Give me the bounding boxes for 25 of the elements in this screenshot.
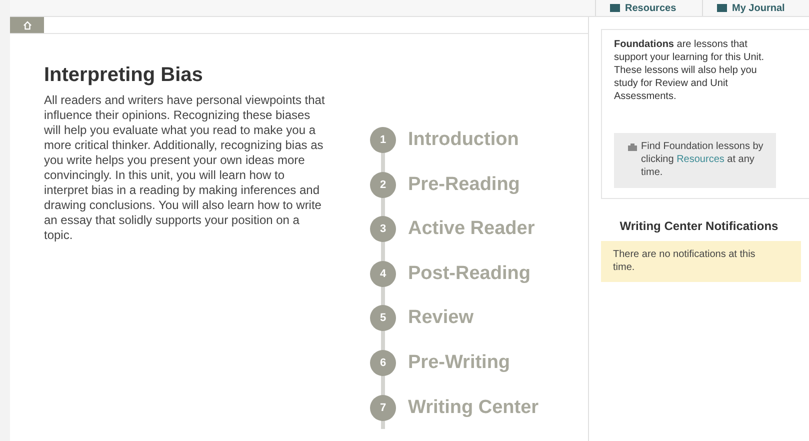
step-number: 7 bbox=[370, 394, 396, 421]
resources-link[interactable]: Resources bbox=[676, 154, 724, 165]
step-number: 6 bbox=[370, 350, 396, 376]
notifications-title: Writing Center Notifications bbox=[618, 219, 780, 233]
lesson-title: Interpreting Bias bbox=[44, 64, 204, 87]
home-button[interactable] bbox=[10, 17, 44, 33]
step-link[interactable]: Writing Center bbox=[408, 396, 539, 419]
step-link[interactable]: Pre-Writing bbox=[408, 352, 510, 374]
top-tab[interactable]: Resources bbox=[595, 0, 702, 16]
step-link[interactable]: Active Reader bbox=[408, 218, 535, 240]
foundations-text: Foundations are lessons that support your learning for this Unit. These lessons will also help you study for Review and Unit Assessments. bbox=[614, 38, 766, 103]
step-link[interactable]: Pre-Reading bbox=[408, 174, 520, 196]
step-number: 2 bbox=[370, 172, 396, 198]
home-icon bbox=[22, 20, 32, 30]
step-number: 5 bbox=[370, 305, 396, 332]
step-link[interactable]: Post-Reading bbox=[408, 262, 530, 285]
step-number: 4 bbox=[370, 260, 396, 287]
step-link[interactable]: Introduction bbox=[408, 129, 519, 151]
lesson-description: All readers and writers have personal viewpoints that influence their opinions. Recognizing these biases will help you evaluate what you read to make you a more critical thinker. Additionally, recognizing bias as you write helps you present your own ideas more convincingly. In this unit, you will learn how to interpret bias in a reading by making inferences and drawing conclusions. You will also learn how to write an essay that solidly supports your position on a topic. bbox=[44, 93, 326, 243]
notification-message: There are no notifications at this time. bbox=[601, 241, 801, 282]
step-number: 3 bbox=[370, 216, 396, 242]
step-link[interactable]: Review bbox=[408, 307, 474, 330]
top-tab[interactable]: My Journal bbox=[702, 0, 809, 16]
tip-text: Find Foundation lessons by clicking Resources at any time. bbox=[641, 140, 764, 179]
step-number: 1 bbox=[370, 127, 396, 153]
